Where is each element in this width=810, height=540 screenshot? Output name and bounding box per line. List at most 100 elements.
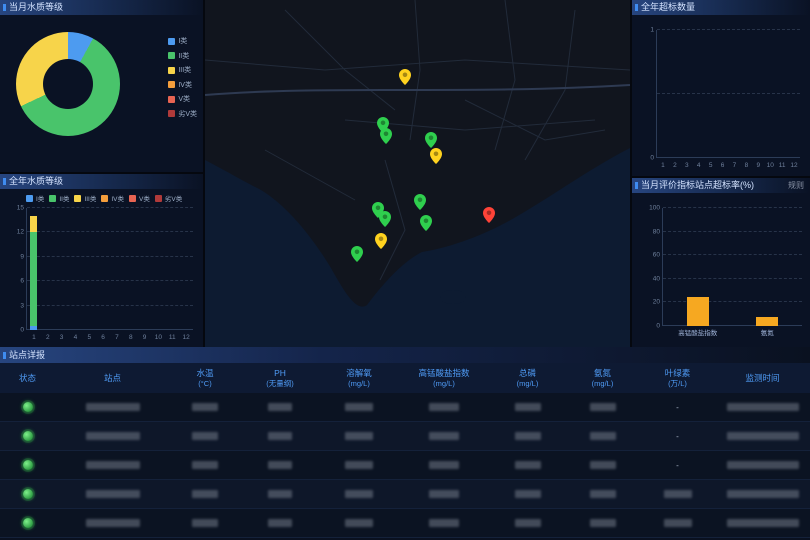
cell-ph <box>240 461 320 469</box>
redacted-value <box>664 490 692 498</box>
x-axis-label: 8 <box>745 162 749 169</box>
map-pin-green[interactable] <box>425 132 437 148</box>
legend-item[interactable]: I类 <box>168 36 197 46</box>
legend-swatch <box>26 195 33 202</box>
table-row[interactable]: - <box>0 393 810 422</box>
column-header-permanganate_index: 高锰酸盐指数(mg/L) <box>398 368 490 388</box>
cell-dissolved_oxygen <box>320 490 398 498</box>
x-axis-label: 高锰酸盐指数 <box>678 327 717 337</box>
redacted-value <box>192 519 218 527</box>
table-title: 站点详报 <box>0 347 810 363</box>
month-quality-donut[interactable] <box>16 32 120 136</box>
legend-item[interactable]: 劣V类 <box>168 109 197 119</box>
cell-water_temp <box>170 432 240 440</box>
redacted-value <box>590 432 616 440</box>
legend-item[interactable]: V类 <box>129 193 150 203</box>
redacted-value <box>86 432 140 440</box>
redacted-value <box>664 519 692 527</box>
column-header-monitor_time: 监测时间 <box>715 373 810 384</box>
cell-status <box>0 518 55 528</box>
redacted-value <box>429 432 459 440</box>
legend-item[interactable]: IV类 <box>168 80 197 90</box>
cell-dissolved_oxygen <box>320 403 398 411</box>
redacted-value <box>590 403 616 411</box>
legend-item[interactable]: II类 <box>49 193 69 203</box>
x-axis-label: 6 <box>721 162 725 169</box>
cell-status <box>0 460 55 470</box>
x-axis-label: 6 <box>101 334 105 341</box>
y-axis-label: 1 <box>635 27 654 34</box>
redacted-value <box>515 519 541 527</box>
table-row[interactable]: - <box>0 451 810 480</box>
gridline <box>657 29 800 30</box>
map-pin-green[interactable] <box>414 194 426 210</box>
y-axis-label: 9 <box>5 253 24 260</box>
cell-station <box>55 490 170 498</box>
redacted-value <box>727 519 799 527</box>
map-pin-green[interactable] <box>380 128 392 144</box>
legend-item[interactable]: III类 <box>168 65 197 75</box>
legend-item[interactable]: IV类 <box>101 193 124 203</box>
redacted-value <box>727 490 799 498</box>
redacted-value <box>268 432 292 440</box>
gridline <box>27 231 193 232</box>
map[interactable] <box>205 0 630 347</box>
y-axis-label: 15 <box>5 205 24 212</box>
legend-item[interactable]: I类 <box>26 193 44 203</box>
year-quality-legend: I类 II类 III类 IV类 V类 劣V类 <box>26 193 201 203</box>
cell-monitor_time <box>715 432 810 440</box>
table-row[interactable] <box>0 509 810 538</box>
map-pin-red[interactable] <box>483 207 495 223</box>
column-label: 溶解氧 <box>320 368 398 379</box>
legend-item[interactable]: V类 <box>168 94 197 104</box>
map-pin-green[interactable] <box>351 246 363 262</box>
cell-station <box>55 461 170 469</box>
y-axis-label: 40 <box>641 275 660 282</box>
column-label: 高锰酸盐指数 <box>398 368 490 379</box>
map-pin-yellow[interactable] <box>430 148 442 164</box>
gridline <box>663 325 802 326</box>
redacted-value <box>515 461 541 469</box>
gridline <box>27 256 193 257</box>
x-axis-label: 4 <box>74 334 78 341</box>
cell-water_temp <box>170 490 240 498</box>
cell-chlorophyll: - <box>640 432 715 441</box>
cell-water_temp <box>170 461 240 469</box>
legend-label: 劣V类 <box>165 193 182 203</box>
column-header-dissolved_oxygen: 溶解氧(mg/L) <box>320 368 398 388</box>
bar[interactable] <box>687 297 709 327</box>
legend-item[interactable]: III类 <box>74 193 96 203</box>
map-pin-green[interactable] <box>379 211 391 227</box>
legend-item[interactable]: 劣V类 <box>155 193 182 203</box>
column-label: 叶绿素 <box>640 368 715 379</box>
y-axis-label: 12 <box>5 229 24 236</box>
bar[interactable] <box>756 317 778 326</box>
y-axis-label: 0 <box>635 155 654 162</box>
column-header-total_phosphorus: 总磷(mg/L) <box>490 368 565 388</box>
legend-swatch <box>74 195 81 202</box>
gridline <box>663 254 802 255</box>
column-header-chlorophyll: 叶绿素(万/L) <box>640 368 715 388</box>
cell-station <box>55 403 170 411</box>
cell-permanganate_index <box>398 519 490 527</box>
cell-total_phosphorus <box>490 461 565 469</box>
cell-dissolved_oxygen <box>320 461 398 469</box>
cell-permanganate_index <box>398 490 490 498</box>
map-pin-yellow[interactable] <box>399 69 411 85</box>
map-pin-green[interactable] <box>420 215 432 231</box>
table-row[interactable]: - <box>0 422 810 451</box>
legend-label: IV类 <box>178 80 192 90</box>
month-quality-legend: I类 II类 III类 IV类 V类劣V类 <box>168 36 197 119</box>
redacted-value <box>590 490 616 498</box>
legend-swatch <box>168 38 175 45</box>
table-row[interactable] <box>0 480 810 509</box>
rule-link[interactable]: 规则 <box>788 180 804 191</box>
legend-item[interactable]: II类 <box>168 51 197 61</box>
x-axis-label: 3 <box>685 162 689 169</box>
cell-total_phosphorus <box>490 432 565 440</box>
y-axis-label: 60 <box>641 252 660 259</box>
x-axis-label: 10 <box>767 162 774 169</box>
gridline <box>27 305 193 306</box>
map-pin-yellow[interactable] <box>375 233 387 249</box>
panel-title: 当月评价指标站点超标率(%) <box>632 178 810 193</box>
